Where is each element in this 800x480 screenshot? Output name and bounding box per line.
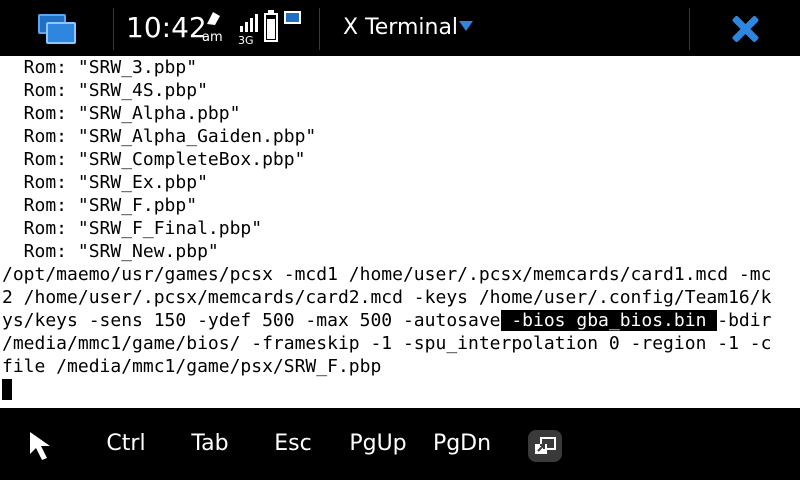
tab-key-button[interactable]: Tab	[180, 426, 240, 462]
terminal-scrollbar[interactable]	[793, 56, 800, 408]
menu-dropdown-icon[interactable]	[459, 21, 473, 31]
separator	[319, 8, 320, 50]
terminal-line: Rom: "SRW_3.pbp"	[2, 57, 198, 78]
terminal-line: file /media/mmc1/game/psx/SRW_F.pbp	[2, 356, 382, 377]
fullscreen-toggle-icon[interactable]	[528, 430, 562, 462]
display-icon	[284, 11, 301, 24]
terminal-line: /media/mmc1/game/bios/ -frameskip -1 -sp…	[2, 333, 772, 354]
terminal-view[interactable]: Rom: "SRW_3.pbp" Rom: "SRW_4S.pbp" Rom: …	[0, 56, 793, 408]
task-switcher-icon[interactable]	[36, 12, 80, 46]
arrow-pointer-icon[interactable]	[26, 428, 62, 464]
terminal-line: ys/keys -sens 150 -ydef 500 -max 500 -au…	[0, 309, 793, 332]
network-type: 3G	[238, 34, 254, 47]
close-button[interactable]	[718, 8, 770, 50]
terminal-line: Rom: "SRW_4S.pbp"	[2, 80, 208, 101]
terminal-selection[interactable]: -bios gba_bios.bin	[500, 310, 718, 331]
terminal-line: Rom: "SRW_New.pbp"	[2, 241, 219, 262]
key-toolbar: Ctrl Tab Esc PgUp PgDn	[0, 408, 800, 480]
terminal-line: Rom: "SRW_Ex.pbp"	[2, 172, 208, 193]
terminal-line: Rom: "SRW_F.pbp"	[2, 195, 198, 216]
terminal-text: -bdir	[717, 310, 772, 331]
terminal-line: Rom: "SRW_CompleteBox.pbp"	[2, 149, 306, 170]
clock-ampm: am	[202, 30, 223, 45]
esc-key-button[interactable]: Esc	[263, 426, 323, 462]
terminal-line: Rom: "SRW_Alpha.pbp"	[2, 103, 241, 124]
terminal-line: 2 /home/user/.pcsx/memcards/card2.mcd -k…	[2, 287, 772, 308]
terminal-line: Rom: "SRW_Alpha_Gaiden.pbp"	[2, 126, 317, 147]
separator	[689, 8, 690, 50]
separator	[113, 8, 114, 50]
clock-time: 10:42	[126, 11, 207, 44]
ctrl-key-button[interactable]: Ctrl	[96, 426, 156, 462]
pgup-key-button[interactable]: PgUp	[342, 426, 414, 462]
status-bar: 10:42 am 3G X Terminal	[0, 0, 800, 56]
terminal-prompt-line	[0, 378, 793, 401]
terminal-line: /opt/maemo/usr/games/pcsx -mcd1 /home/us…	[2, 264, 772, 285]
terminal-line: Rom: "SRW_F_Final.pbp"	[2, 218, 263, 239]
text-cursor	[2, 378, 12, 400]
pgdn-key-button[interactable]: PgDn	[426, 426, 498, 462]
alarm-icon	[207, 12, 220, 25]
terminal-text: ys/keys -sens 150 -ydef 500 -max 500 -au…	[2, 310, 501, 331]
signal-strength-icon	[240, 12, 262, 32]
window-title[interactable]: X Terminal	[343, 14, 458, 42]
battery-icon	[264, 10, 278, 42]
